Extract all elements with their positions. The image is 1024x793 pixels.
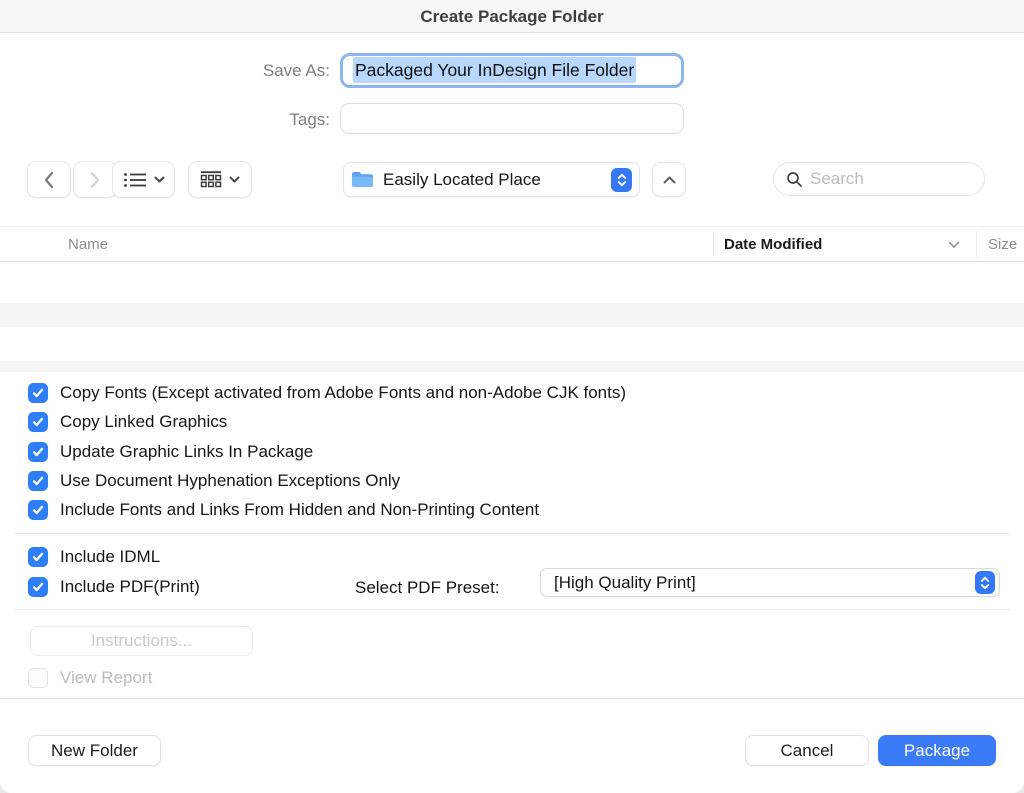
option-view-report: View Report [28,668,152,688]
location-dropdown[interactable]: Easily Located Place [343,162,640,197]
checkbox-checked[interactable] [28,500,48,520]
location-label: Easily Located Place [383,170,541,190]
checkbox-checked[interactable] [28,442,48,462]
cancel-button[interactable]: Cancel [745,735,869,766]
search-field[interactable] [773,162,985,196]
grid-view-icon [200,171,222,188]
chevron-up-icon [663,176,676,184]
sort-chevron-icon [948,241,960,249]
selected-text: Packaged Your InDesign File Folder [353,57,636,83]
checkmark-icon [31,415,45,429]
search-icon [786,171,803,188]
new-folder-label: New Folder [51,741,138,761]
option-include-idml[interactable]: Include IDML [28,547,160,567]
icon-view-button[interactable] [188,161,252,198]
pdf-preset-label: Select PDF Preset: [355,578,500,598]
forward-icon [89,171,101,189]
tags-field[interactable] [340,103,684,134]
folder-icon [351,171,374,188]
create-package-folder-dialog: Create Package Folder Save As: Packaged … [0,0,1024,793]
column-header-size[interactable]: Size [988,227,1017,262]
column-header-name[interactable]: Name [68,227,108,262]
option-include-hidden-content[interactable]: Include Fonts and Links From Hidden and … [28,500,539,520]
page-title: Create Package Folder [0,0,1024,33]
option-hyphenation-exceptions[interactable]: Use Document Hyphenation Exceptions Only [28,471,400,491]
checkbox-unchecked [28,668,48,688]
chevron-down-icon [229,176,240,183]
back-button[interactable] [27,161,71,198]
instructions-button: Instructions... [30,626,253,656]
search-input[interactable] [810,169,960,189]
checkbox-checked[interactable] [28,577,48,597]
checkbox-checked[interactable] [28,471,48,491]
option-label: Include IDML [60,547,160,567]
list-view-icon [123,172,147,188]
pdf-preset-dropdown[interactable]: [High Quality Print] [540,568,1000,597]
section-divider [15,533,1010,534]
checkbox-checked[interactable] [28,412,48,432]
option-copy-linked-graphics[interactable]: Copy Linked Graphics [28,412,227,432]
checkmark-icon [31,503,45,517]
option-label: View Report [60,668,152,688]
column-divider[interactable] [976,231,977,258]
footer-divider [0,698,1024,699]
checkmark-icon [31,474,45,488]
stepper-icon [611,168,632,192]
package-button[interactable]: Package [878,735,996,766]
list-row-stripe [0,303,1024,327]
option-label: Include PDF(Print) [60,577,200,597]
checkbox-checked[interactable] [28,547,48,567]
pdf-preset-value: [High Quality Print] [554,573,696,593]
collapse-button[interactable] [652,162,686,197]
checkmark-icon [31,386,45,400]
option-label: Include Fonts and Links From Hidden and … [60,500,539,520]
section-divider [15,609,1010,610]
save-as-label: Save As: [120,61,330,81]
option-label: Update Graphic Links In Package [60,442,313,462]
cancel-label: Cancel [781,741,834,761]
chevron-down-icon [154,176,165,183]
new-folder-button[interactable]: New Folder [28,735,161,766]
stepper-icon [975,571,995,594]
list-row-stripe [0,361,1024,372]
checkmark-icon [31,550,45,564]
save-as-value: Packaged Your InDesign File Folder [353,60,636,81]
checkmark-icon [31,445,45,459]
option-label: Copy Linked Graphics [60,412,227,432]
column-header-row: Name Date Modified Size [0,226,1024,262]
package-label: Package [904,741,970,761]
column-divider[interactable] [713,231,714,258]
checkmark-icon [31,580,45,594]
column-header-date-modified[interactable]: Date Modified [724,227,822,262]
list-view-button[interactable] [112,161,175,198]
forward-button[interactable] [73,161,117,198]
option-label: Copy Fonts (Except activated from Adobe … [60,383,626,403]
option-copy-fonts[interactable]: Copy Fonts (Except activated from Adobe … [28,383,626,403]
save-as-field[interactable]: Packaged Your InDesign File Folder [340,53,684,88]
option-label: Use Document Hyphenation Exceptions Only [60,471,400,491]
option-update-graphic-links[interactable]: Update Graphic Links In Package [28,442,313,462]
option-include-pdf[interactable]: Include PDF(Print) [28,577,200,597]
tags-label: Tags: [120,110,330,130]
title-bar: Create Package Folder [0,0,1024,33]
instructions-label: Instructions... [91,631,192,651]
back-icon [43,171,55,189]
checkbox-checked[interactable] [28,383,48,403]
